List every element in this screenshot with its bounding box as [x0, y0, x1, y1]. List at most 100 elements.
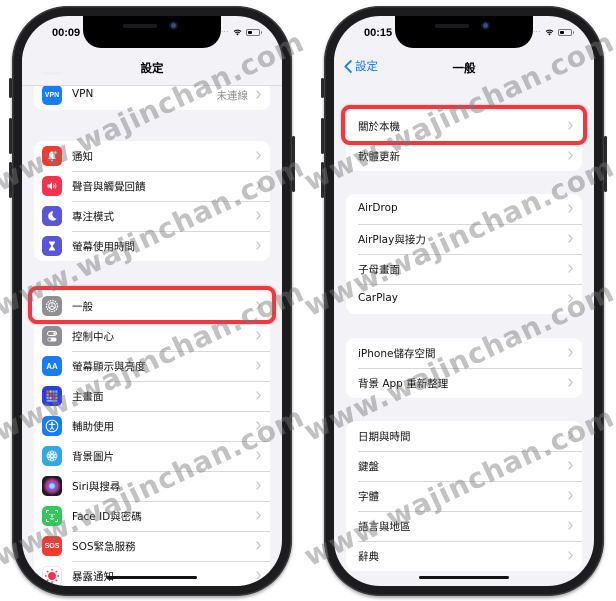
row-label: SOS緊急服務	[72, 541, 136, 553]
settings-row-display[interactable]: AA 螢幕顯示與亮度	[34, 351, 270, 381]
settings-row-software-update[interactable]: 軟體更新	[346, 141, 582, 171]
wifi-icon	[545, 29, 554, 36]
accessibility-icon	[42, 416, 62, 436]
home-indicator[interactable]	[107, 575, 197, 579]
chevron-right-icon	[568, 431, 573, 440]
settings-row-face-id[interactable]: Face ID與密碼	[34, 501, 270, 531]
settings-row-dictionary[interactable]: 辭典	[346, 541, 582, 571]
wifi-icon	[233, 29, 242, 36]
row-label: 背景圖片	[72, 451, 114, 463]
chevron-right-icon	[568, 491, 573, 500]
vpn-status-value: 未連線	[216, 90, 249, 102]
hourglass-icon	[42, 236, 62, 256]
left-phone: 00:09 ···· 設定 VPN VPN 未連線 通知 聲音與觸覺回饋 專注模…	[9, 6, 295, 596]
group-storage: iPhone儲存空間 背景 App 重新整理	[346, 338, 582, 398]
exposure-icon	[42, 566, 62, 586]
settings-row-wallpaper[interactable]: 背景圖片	[34, 441, 270, 471]
general-settings-list[interactable]: 關於本機 軟體更新 AirDrop AirPlay與接力 子母畫面 CarPla…	[334, 86, 594, 586]
row-label: 背景 App 重新整理	[358, 378, 449, 390]
chevron-right-icon	[256, 151, 261, 160]
settings-row-airplay[interactable]: AirPlay與接力	[346, 224, 582, 254]
settings-row-focus[interactable]: 專注模式	[34, 201, 270, 231]
speaker-grille	[435, 24, 469, 28]
row-label: AirPlay與接力	[358, 234, 426, 246]
row-label: 關於本機	[358, 121, 400, 133]
chevron-right-icon	[256, 301, 261, 310]
row-label: 字體	[358, 491, 379, 503]
chevron-right-icon	[256, 571, 261, 580]
settings-row-exposure[interactable]: 暴露通知	[34, 561, 270, 586]
settings-row-screen-time[interactable]: 螢幕使用時間	[34, 231, 270, 261]
settings-row-control-center[interactable]: 控制中心	[34, 321, 270, 351]
row-label: 主畫面	[72, 391, 104, 403]
front-camera	[481, 21, 490, 30]
power-button	[292, 136, 295, 192]
chevron-right-icon	[568, 204, 573, 213]
row-label: Face ID與密碼	[72, 511, 142, 523]
bell-icon	[42, 146, 62, 166]
sos-icon: SOS	[42, 536, 62, 556]
chevron-right-icon	[568, 234, 573, 243]
battery-icon	[246, 28, 262, 36]
settings-row-home-screen[interactable]: 主畫面	[34, 381, 270, 411]
row-label: 聲音與觸覺回饋	[72, 181, 146, 193]
face-id-icon	[42, 506, 62, 526]
group-notifications: 通知 聲音與觸覺回饋 專注模式 螢幕使用時間	[34, 141, 270, 261]
chevron-right-icon	[568, 378, 573, 387]
settings-row-keyboard[interactable]: 鍵盤	[346, 451, 582, 481]
notch	[83, 16, 221, 48]
chevron-right-icon	[256, 511, 261, 520]
mute-switch	[321, 78, 324, 98]
row-label: 螢幕顯示與亮度	[72, 361, 146, 373]
settings-row-fonts[interactable]: 字體	[346, 481, 582, 511]
row-label: 控制中心	[72, 331, 114, 343]
speaker-grille	[123, 24, 157, 28]
settings-row-pip[interactable]: 子母畫面	[346, 254, 582, 284]
row-label: 語言與地區	[358, 521, 411, 533]
row-label: 子母畫面	[358, 264, 400, 276]
volume-down-button	[321, 162, 324, 198]
nav-bar: 設定	[22, 50, 282, 86]
settings-row-about[interactable]: 關於本機	[346, 111, 582, 141]
settings-row-background-refresh[interactable]: 背景 App 重新整理	[346, 368, 582, 398]
settings-row-accessibility[interactable]: 輔助使用	[34, 411, 270, 441]
settings-row-carplay[interactable]: CarPlay	[346, 284, 582, 314]
row-label: 日期與時間	[358, 431, 411, 443]
row-label: 鍵盤	[358, 461, 379, 473]
settings-row-general[interactable]: 一般	[34, 291, 270, 321]
notch	[395, 16, 533, 48]
chevron-right-icon	[256, 331, 261, 340]
chevron-right-icon	[568, 348, 573, 357]
chevron-right-icon	[568, 521, 573, 530]
row-label: 螢幕使用時間	[72, 241, 135, 253]
row-label: 軟體更新	[358, 151, 400, 163]
chevron-right-icon	[256, 391, 261, 400]
text-size-icon: AA	[42, 356, 62, 376]
row-label: iPhone儲存空間	[358, 348, 436, 360]
moon-icon	[42, 206, 62, 226]
settings-row-siri[interactable]: Siri與搜尋	[34, 471, 270, 501]
group-about: 關於本機 軟體更新	[346, 111, 582, 171]
front-camera	[169, 21, 178, 30]
speaker-icon	[42, 176, 62, 196]
row-label: 辭典	[358, 551, 379, 563]
status-icons: ····	[530, 28, 574, 36]
settings-row-date-time[interactable]: 日期與時間	[346, 421, 582, 451]
siri-icon	[42, 476, 62, 496]
settings-row-sounds[interactable]: 聲音與觸覺回饋	[34, 171, 270, 201]
group-general: 一般 控制中心 AA 螢幕顯示與亮度 主畫面 輔助使用 背景圖片 Siri與搜尋…	[34, 291, 270, 586]
gear-icon	[42, 296, 62, 316]
row-label: VPN	[72, 88, 94, 100]
settings-row-notifications[interactable]: 通知	[34, 141, 270, 171]
settings-row-storage[interactable]: iPhone儲存空間	[346, 338, 582, 368]
settings-list[interactable]: VPN VPN 未連線 通知 聲音與觸覺回饋 專注模式 螢幕使用時間 一般 控制…	[22, 72, 282, 586]
chevron-right-icon	[256, 361, 261, 370]
home-indicator[interactable]	[419, 575, 509, 579]
settings-row-sos[interactable]: SOS SOS緊急服務	[34, 531, 270, 561]
settings-row-airdrop[interactable]: AirDrop	[346, 194, 582, 224]
settings-row-language[interactable]: 語言與地區	[346, 511, 582, 541]
row-label: AirDrop	[358, 202, 398, 214]
chevron-right-icon	[568, 121, 573, 130]
status-time: 00:09	[52, 27, 81, 39]
chevron-right-icon	[256, 211, 261, 220]
